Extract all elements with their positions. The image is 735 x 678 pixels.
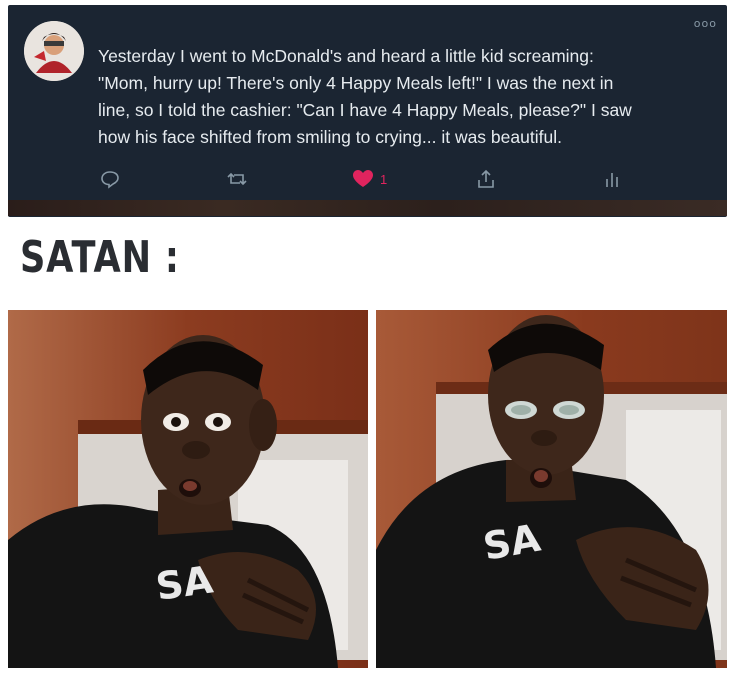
image-strip bbox=[8, 200, 727, 216]
analytics-icon bbox=[604, 169, 620, 189]
tweet-line: line, so I told the cashier: "Can I have… bbox=[98, 100, 632, 120]
heart-icon bbox=[352, 169, 374, 189]
tweet-text: Yesterday I went to McDonald's and heard… bbox=[98, 43, 723, 151]
photo-panel-right: SA bbox=[376, 310, 727, 668]
share-button[interactable] bbox=[476, 169, 496, 189]
retweet-icon bbox=[226, 169, 248, 189]
retweet-button[interactable] bbox=[226, 169, 248, 189]
reply-button[interactable] bbox=[100, 169, 120, 189]
share-icon bbox=[476, 169, 496, 189]
tweet-actions: 1 bbox=[98, 169, 658, 199]
shirt-text: SA bbox=[153, 557, 216, 609]
tweet-line: Yesterday I went to McDonald's and heard… bbox=[98, 46, 594, 66]
reply-icon bbox=[100, 169, 120, 189]
more-icon[interactable]: ooo bbox=[694, 17, 717, 30]
like-button[interactable]: 1 bbox=[352, 169, 387, 189]
avatar[interactable] bbox=[24, 21, 84, 81]
analytics-button[interactable] bbox=[604, 169, 620, 189]
tweet-card: ooo Yesterday I went to McDonald's and h… bbox=[8, 5, 727, 217]
surprised-face-image: SA bbox=[8, 310, 368, 668]
tweet-line: how his face shifted from smiling to cry… bbox=[98, 127, 562, 147]
like-count: 1 bbox=[380, 171, 388, 187]
crying-face-image: SA bbox=[376, 310, 727, 668]
photo-panel-left: SA bbox=[8, 310, 368, 668]
tweet-line: "Mom, hurry up! There's only 4 Happy Mea… bbox=[98, 73, 614, 93]
meme-title: SATAN : bbox=[20, 232, 180, 283]
